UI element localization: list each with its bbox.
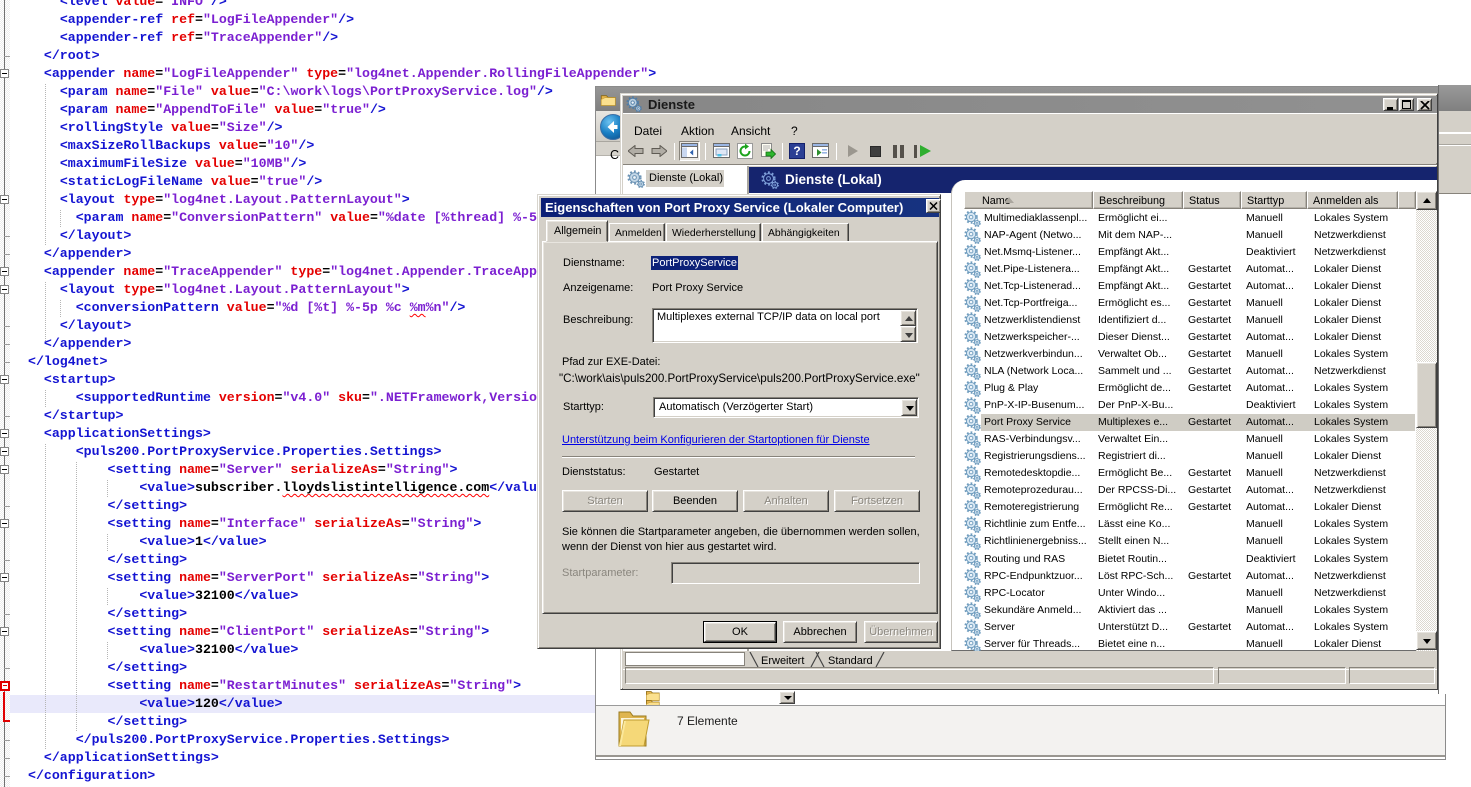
svg-text:Standard: Standard	[828, 655, 873, 667]
svg-text:Erweitert: Erweitert	[761, 655, 804, 667]
